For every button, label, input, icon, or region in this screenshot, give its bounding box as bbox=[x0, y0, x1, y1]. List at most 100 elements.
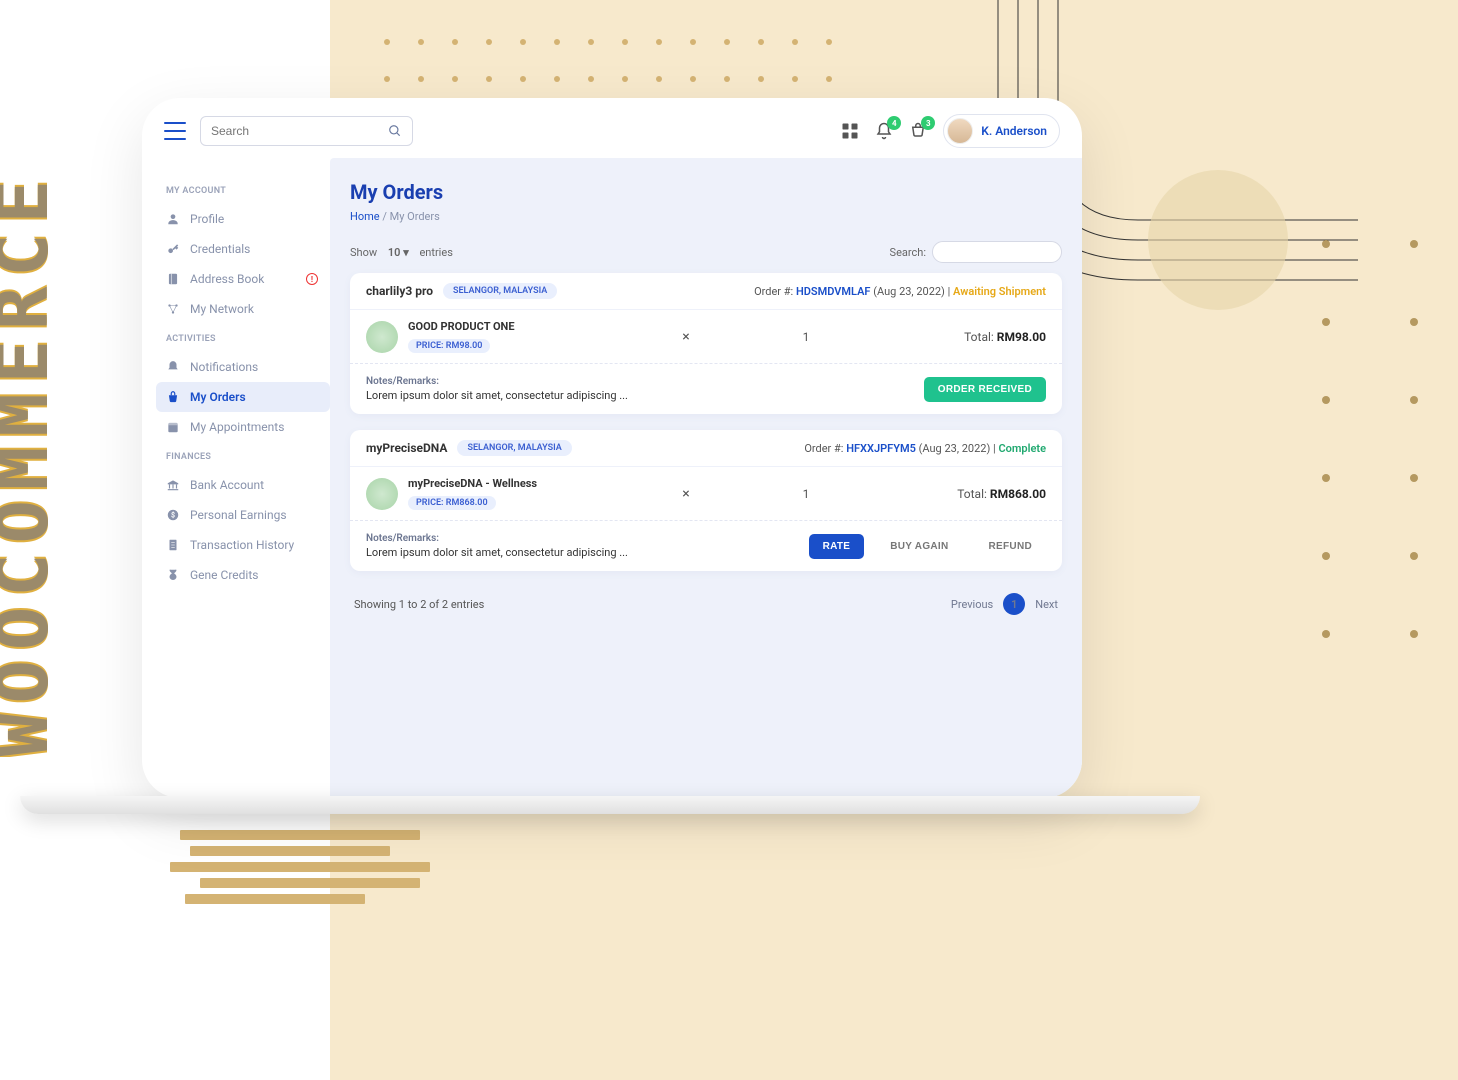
sidebar-item-personal-earnings[interactable]: $ Personal Earnings bbox=[166, 500, 330, 530]
sidebar-item-transaction-history[interactable]: Transaction History bbox=[166, 530, 330, 560]
sidebar-item-label: Personal Earnings bbox=[190, 508, 287, 522]
line-total: Total: RM868.00 bbox=[906, 487, 1046, 501]
username-label: K. Anderson bbox=[981, 124, 1047, 138]
product-cell: myPreciseDNA - Wellness PRICE: RM868.00 bbox=[366, 477, 666, 510]
entries-label: entries bbox=[419, 246, 452, 259]
pagination: Showing 1 to 2 of 2 entries Previous 1 N… bbox=[350, 587, 1062, 621]
svg-text:$: $ bbox=[171, 511, 175, 519]
book-icon bbox=[166, 272, 180, 286]
order-date: (Aug 23, 2022) bbox=[919, 442, 991, 455]
order-label: Order #: bbox=[754, 285, 796, 298]
order-status: Awaiting Shipment bbox=[953, 285, 1046, 298]
bank-icon bbox=[166, 478, 180, 492]
notes-label: Notes/Remarks: bbox=[366, 376, 912, 387]
sidebar-item-label: Transaction History bbox=[190, 538, 294, 552]
sidebar-item-notifications[interactable]: Notifications bbox=[166, 352, 330, 382]
order-label: Order #: bbox=[804, 442, 846, 455]
order-action-button[interactable]: RATE bbox=[809, 534, 865, 559]
notes-text: Lorem ipsum dolor sit amet, consectetur … bbox=[366, 546, 628, 559]
order-header: charlily3 pro SELANGOR, MALAYSIA Order #… bbox=[350, 273, 1062, 310]
breadcrumb: Home / My Orders bbox=[350, 210, 1062, 223]
order-footer: Notes/Remarks: Lorem ipsum dolor sit ame… bbox=[350, 521, 1062, 571]
sidebar: MY ACCOUNT Profile Credentials Address B… bbox=[142, 158, 330, 798]
product-name: GOOD PRODUCT ONE bbox=[408, 320, 515, 333]
order-status: Complete bbox=[998, 442, 1046, 455]
order-id-link[interactable]: HFXXJPFYM5 bbox=[846, 442, 916, 455]
sidebar-item-label: My Appointments bbox=[190, 420, 284, 434]
order-notes: Notes/Remarks: Lorem ipsum dolor sit ame… bbox=[366, 376, 912, 402]
table-search-input[interactable] bbox=[932, 241, 1062, 263]
order-action-button[interactable]: ORDER RECEIVED bbox=[924, 377, 1046, 402]
previous-button[interactable]: Previous bbox=[951, 598, 993, 611]
global-search[interactable] bbox=[200, 116, 413, 146]
menu-toggle-button[interactable] bbox=[164, 122, 186, 140]
entries-select: Show 10 ▾ entries bbox=[350, 246, 453, 259]
notes-label: Notes/Remarks: bbox=[366, 533, 797, 544]
sidebar-item-profile[interactable]: Profile bbox=[166, 204, 330, 234]
search-input[interactable] bbox=[211, 124, 380, 138]
multiply-icon: × bbox=[666, 329, 706, 345]
notifications-badge: 4 bbox=[887, 116, 901, 130]
sidebar-item-bank-account[interactable]: Bank Account bbox=[166, 470, 330, 500]
page-number[interactable]: 1 bbox=[1003, 593, 1025, 615]
bg-circle bbox=[1148, 170, 1288, 310]
show-label: Show bbox=[350, 246, 377, 259]
user-icon bbox=[166, 212, 180, 226]
sidebar-item-my-appointments[interactable]: My Appointments bbox=[166, 412, 330, 442]
product-thumbnail bbox=[366, 478, 398, 510]
sidebar-item-my-orders[interactable]: My Orders bbox=[156, 382, 330, 412]
order-action-button[interactable]: REFUND bbox=[975, 534, 1046, 559]
sidebar-item-gene-credits[interactable]: Gene Credits bbox=[166, 560, 330, 590]
sidebar-item-my-network[interactable]: My Network bbox=[166, 294, 330, 324]
line-total: Total: RM98.00 bbox=[906, 330, 1046, 344]
price-chip: PRICE: RM868.00 bbox=[408, 496, 496, 510]
page-title: My Orders bbox=[350, 180, 1062, 204]
quantity: 1 bbox=[706, 330, 906, 344]
order-date: (Aug 23, 2022) bbox=[873, 285, 945, 298]
location-chip: SELANGOR, MALAYSIA bbox=[443, 283, 557, 299]
avatar bbox=[947, 118, 973, 144]
topbar: 4 3 K. Anderson bbox=[142, 98, 1082, 158]
sidebar-section-account: MY ACCOUNT bbox=[166, 186, 330, 196]
order-header: myPreciseDNA SELANGOR, MALAYSIA Order #:… bbox=[350, 430, 1062, 467]
sidebar-item-label: Address Book bbox=[190, 272, 264, 286]
entries-value[interactable]: 10 ▾ bbox=[388, 246, 409, 259]
key-icon bbox=[166, 242, 180, 256]
product-name: myPreciseDNA - Wellness bbox=[408, 477, 537, 490]
cart-icon[interactable]: 3 bbox=[909, 122, 927, 140]
notifications-icon[interactable]: 4 bbox=[875, 122, 893, 140]
sidebar-item-label: Notifications bbox=[190, 360, 258, 374]
main-content: My Orders Home / My Orders Show 10 ▾ ent… bbox=[330, 158, 1082, 798]
order-card: myPreciseDNA SELANGOR, MALAYSIA Order #:… bbox=[350, 430, 1062, 571]
search-label: Search: bbox=[890, 246, 926, 259]
order-id-link[interactable]: HDSMDVMLAF bbox=[796, 285, 871, 298]
quantity: 1 bbox=[706, 487, 906, 501]
bg-glitch-bars bbox=[180, 830, 430, 910]
table-search: Search: bbox=[890, 241, 1062, 263]
sidebar-item-label: Profile bbox=[190, 212, 224, 226]
laptop-base bbox=[20, 796, 1200, 814]
order-meta: Order #: HDSMDVMLAF (Aug 23, 2022) | Awa… bbox=[754, 285, 1046, 298]
sidebar-item-address-book[interactable]: Address Book ! bbox=[166, 264, 330, 294]
merchant-name: charlily3 pro bbox=[366, 284, 433, 298]
order-action-button[interactable]: BUY AGAIN bbox=[876, 534, 962, 559]
order-line-item: myPreciseDNA - Wellness PRICE: RM868.00 … bbox=[350, 467, 1062, 521]
multiply-icon: × bbox=[666, 486, 706, 502]
dollar-icon: $ bbox=[166, 508, 180, 522]
order-footer: Notes/Remarks: Lorem ipsum dolor sit ame… bbox=[350, 364, 1062, 414]
sidebar-item-credentials[interactable]: Credentials bbox=[166, 234, 330, 264]
topbar-actions: 4 3 K. Anderson bbox=[841, 114, 1060, 148]
sidebar-item-label: My Network bbox=[190, 302, 254, 316]
breadcrumb-current: My Orders bbox=[390, 210, 440, 223]
apps-grid-icon[interactable] bbox=[841, 122, 859, 140]
breadcrumb-home[interactable]: Home bbox=[350, 210, 380, 223]
next-button[interactable]: Next bbox=[1035, 598, 1058, 611]
order-line-item: GOOD PRODUCT ONE PRICE: RM98.00 × 1 Tota… bbox=[350, 310, 1062, 364]
order-notes: Notes/Remarks: Lorem ipsum dolor sit ame… bbox=[366, 533, 797, 559]
sidebar-item-label: Bank Account bbox=[190, 478, 264, 492]
merchant-name: myPreciseDNA bbox=[366, 441, 447, 455]
price-chip: PRICE: RM98.00 bbox=[408, 339, 490, 353]
bg-dots-row bbox=[370, 30, 846, 86]
chevron-down-icon: ▾ bbox=[403, 246, 409, 259]
user-menu[interactable]: K. Anderson bbox=[943, 114, 1060, 148]
